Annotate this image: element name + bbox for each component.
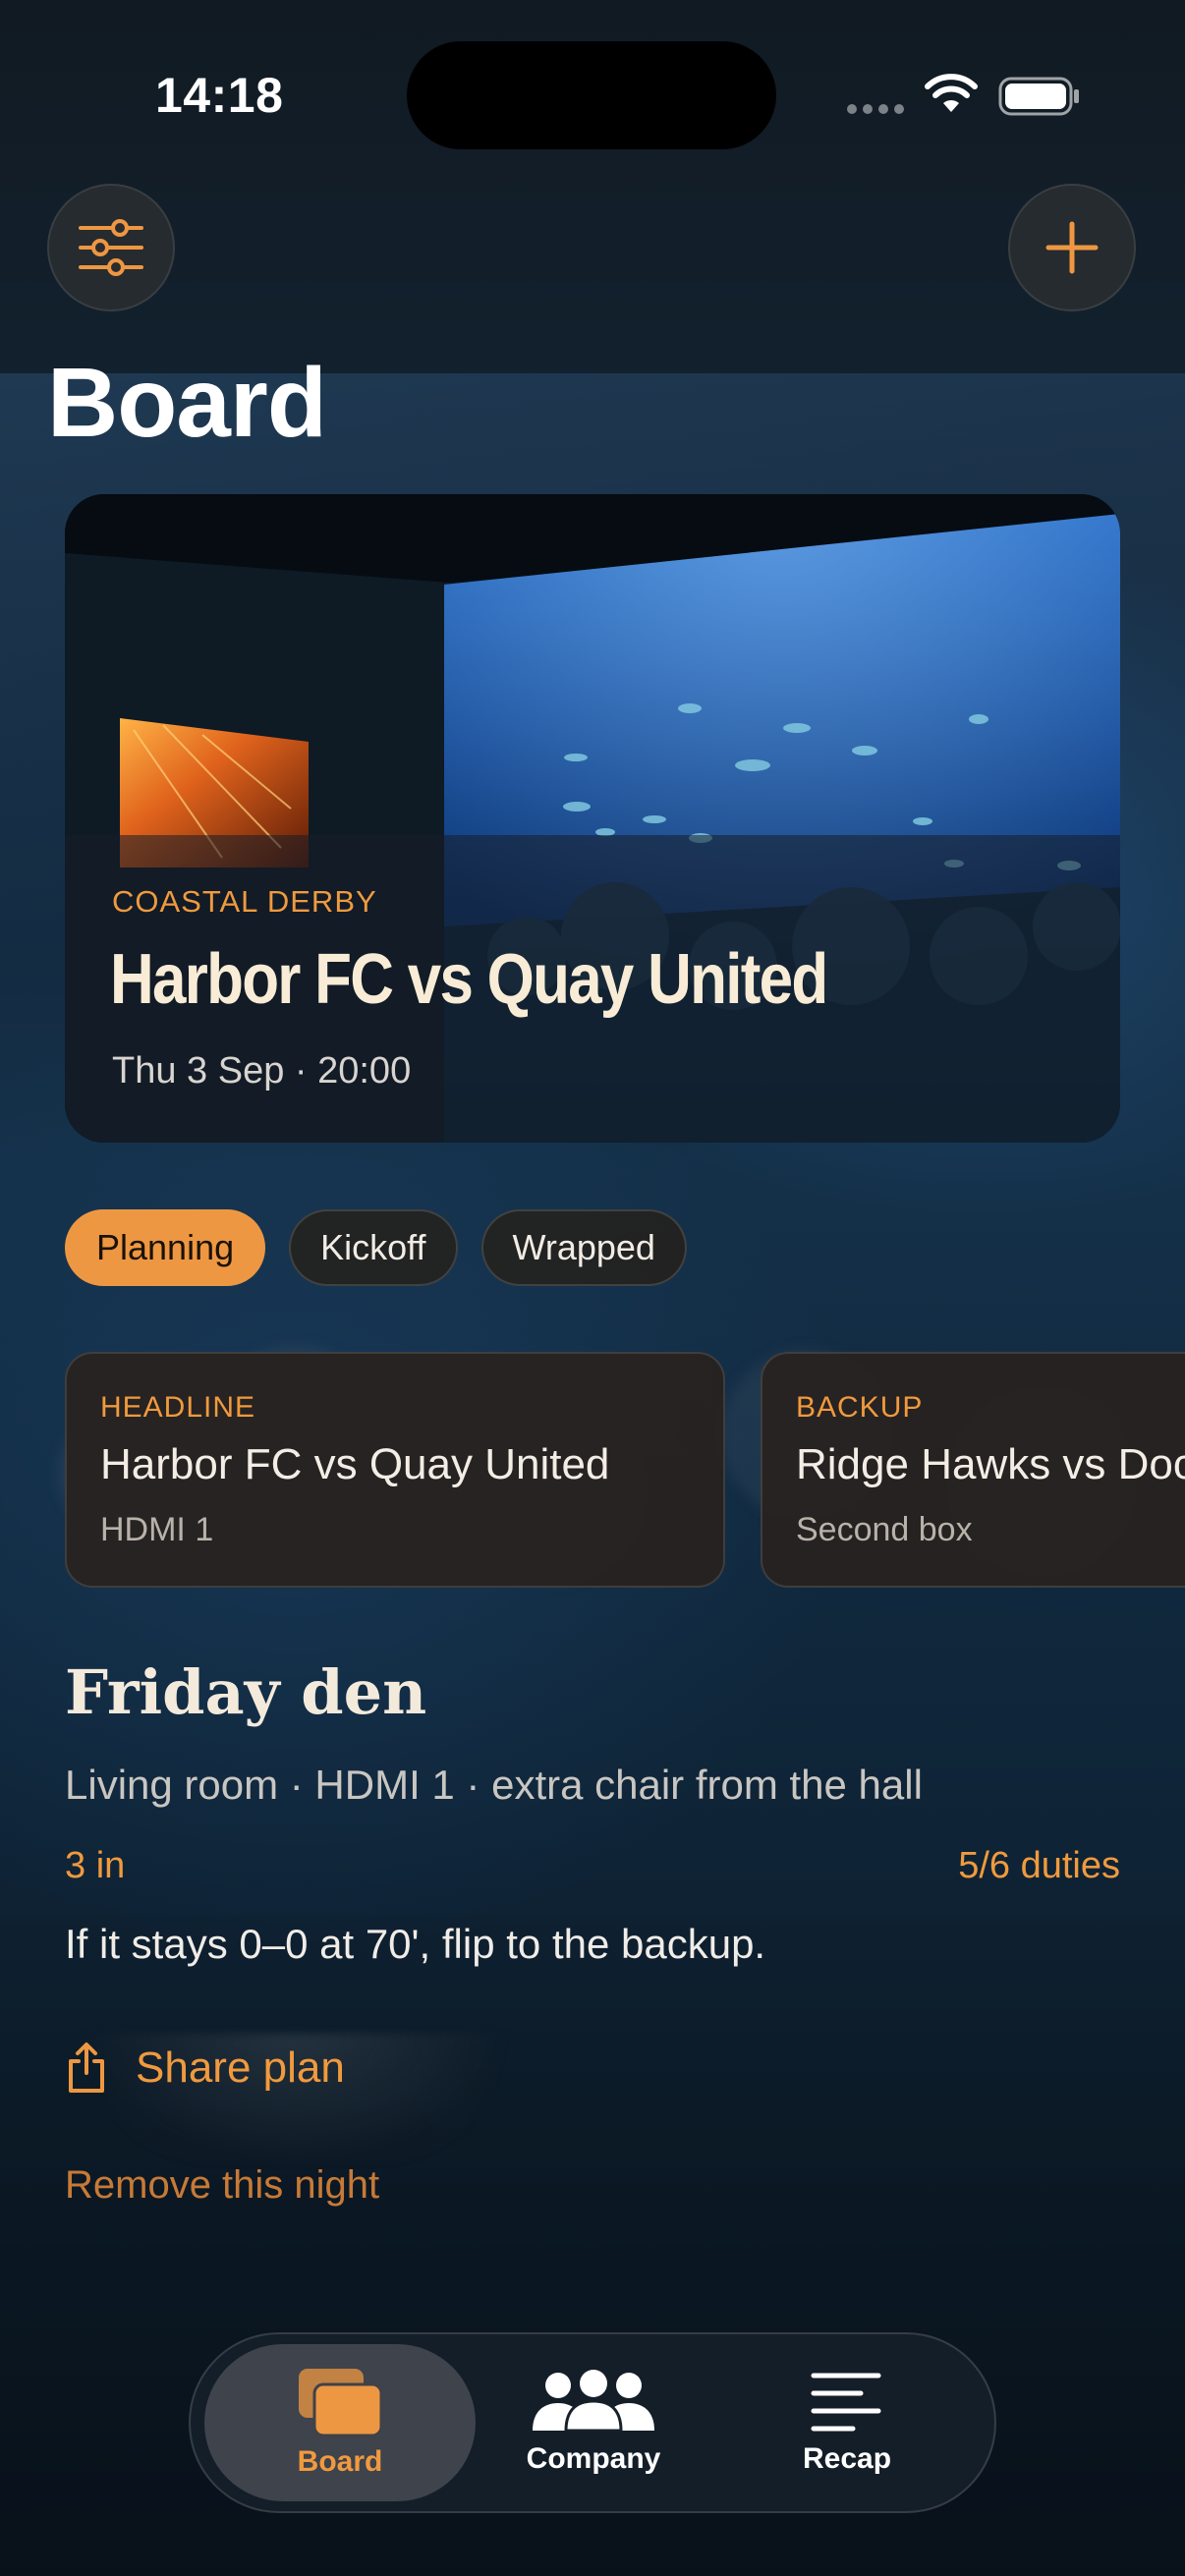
status-time: 14:18 [155, 68, 284, 123]
stream-title: Harbor FC vs Quay United [100, 1440, 610, 1488]
stream-input: HDMI 1 [100, 1511, 214, 1548]
stream-eyebrow: HEADLINE [100, 1391, 256, 1424]
tab-bar: Board Company Recap [189, 2332, 996, 2513]
tab-label: Recap [802, 2442, 892, 2475]
plan-meta: Living room · HDMI 1 · extra chair from … [65, 1762, 923, 1808]
phase-pill-planning[interactable]: Planning [65, 1209, 266, 1286]
phase-selector: Planning Kickoff Wrapped [65, 1209, 687, 1286]
tab-company[interactable]: Company [458, 2344, 729, 2501]
phase-pill-wrapped[interactable]: Wrapped [480, 1209, 687, 1286]
page-title: Board [47, 348, 327, 458]
plan-note: If it stays 0–0 at 70', flip to the back… [65, 1921, 766, 1967]
duties-progress: 5/6 duties [958, 1845, 1120, 1886]
dynamic-island [407, 41, 776, 149]
cellular-signal-icon [847, 104, 904, 114]
stream-title: Ridge Hawks vs Dockside [796, 1440, 1185, 1488]
add-button[interactable] [1008, 184, 1136, 311]
match-title: Harbor FC vs Quay United [110, 940, 828, 1019]
wifi-icon [925, 74, 978, 112]
battery-icon [998, 77, 1079, 116]
stream-eyebrow: BACKUP [796, 1391, 924, 1424]
plan-title: Friday den [65, 1656, 427, 1728]
tab-label: Board [297, 2445, 383, 2478]
share-plan-label: Share plan [136, 2044, 345, 2092]
plus-icon [1045, 221, 1099, 274]
share-plan-button[interactable]: Share plan [65, 2042, 345, 2095]
phase-pill-kickoff[interactable]: Kickoff [289, 1209, 458, 1286]
sliders-icon [79, 219, 143, 276]
tab-recap[interactable]: Recap [711, 2344, 983, 2501]
attendance-count: 3 in [65, 1845, 126, 1886]
share-icon [69, 2043, 104, 2093]
filter-button[interactable] [47, 184, 175, 311]
featured-match-card[interactable]: COASTAL DERBY Harbor FC vs Quay United T… [65, 494, 1120, 1143]
tab-label: Company [526, 2442, 661, 2475]
match-date: Thu 3 Sep · 20:00 [112, 1050, 412, 1092]
stream-input: Second box [796, 1511, 973, 1548]
stream-card-backup[interactable]: BACKUP Ridge Hawks vs Dockside Second bo… [761, 1352, 1185, 1588]
board-screen: 14:18 Board COASTAL DERBY Harbor FC vs Q… [0, 0, 1185, 2576]
lines-icon [811, 2373, 881, 2432]
stream-card-headline[interactable]: HEADLINE Harbor FC vs Quay United HDMI 1 [65, 1352, 725, 1588]
people-icon [533, 2370, 654, 2433]
cards-icon [299, 2369, 383, 2437]
match-eyebrow: COASTAL DERBY [112, 884, 377, 919]
tab-board[interactable]: Board [204, 2344, 476, 2501]
remove-night-link[interactable]: Remove this night [65, 2163, 379, 2208]
